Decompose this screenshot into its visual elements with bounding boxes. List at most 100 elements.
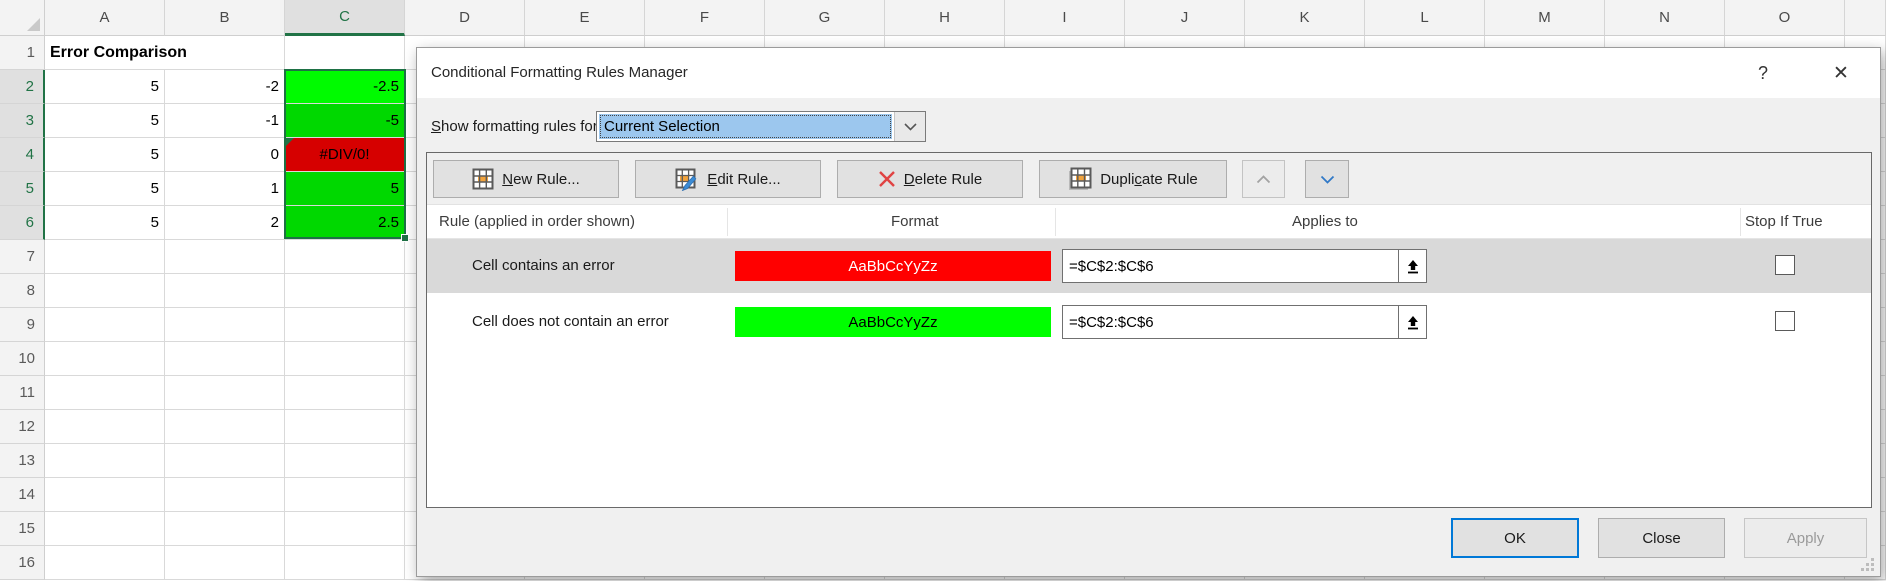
move-rule-down-button[interactable] <box>1305 160 1349 198</box>
cell-C9[interactable] <box>285 308 405 342</box>
cell-A11[interactable] <box>45 376 165 410</box>
collapse-dialog-icon[interactable] <box>1398 306 1426 338</box>
row-header-13[interactable]: 13 <box>0 444 45 478</box>
apply-button[interactable]: Apply <box>1744 518 1867 558</box>
applies-to-input[interactable] <box>1063 250 1398 282</box>
cell-C11[interactable] <box>285 376 405 410</box>
cell-B5[interactable]: 1 <box>165 172 285 206</box>
row-header-4[interactable]: 4 <box>0 138 45 172</box>
cell-A4[interactable]: 5 <box>45 138 165 172</box>
collapse-dialog-icon[interactable] <box>1398 250 1426 282</box>
column-header-L[interactable]: L <box>1365 0 1485 36</box>
stop-if-true-checkbox[interactable] <box>1775 311 1795 331</box>
help-button[interactable]: ? <box>1747 58 1779 88</box>
row-header-15[interactable]: 15 <box>0 512 45 546</box>
cell-B2[interactable]: -2 <box>165 70 285 104</box>
column-header-E[interactable]: E <box>525 0 645 36</box>
cell-A12[interactable] <box>45 410 165 444</box>
cell-C7[interactable] <box>285 240 405 274</box>
row-header-6[interactable]: 6 <box>0 206 45 240</box>
column-header-C[interactable]: C <box>285 0 405 36</box>
cell-A6[interactable]: 5 <box>45 206 165 240</box>
row-header-3[interactable]: 3 <box>0 104 45 138</box>
cell-C6[interactable]: 2.5 <box>285 206 405 240</box>
move-rule-up-button[interactable] <box>1242 160 1285 198</box>
cell-A1[interactable]: Error Comparison <box>45 36 165 70</box>
row-header-9[interactable]: 9 <box>0 308 45 342</box>
cell-C12[interactable] <box>285 410 405 444</box>
cell-A14[interactable] <box>45 478 165 512</box>
row-header-10[interactable]: 10 <box>0 342 45 376</box>
cell-A9[interactable] <box>45 308 165 342</box>
column-header-I[interactable]: I <box>1005 0 1125 36</box>
cell-C15[interactable] <box>285 512 405 546</box>
cell-C10[interactable] <box>285 342 405 376</box>
column-header-J[interactable]: J <box>1125 0 1245 36</box>
resize-grip[interactable] <box>1859 556 1874 571</box>
cell-B6[interactable]: 2 <box>165 206 285 240</box>
column-header-K[interactable]: K <box>1245 0 1365 36</box>
cell-B8[interactable] <box>165 274 285 308</box>
cell-C14[interactable] <box>285 478 405 512</box>
cell-B9[interactable] <box>165 308 285 342</box>
delete-rule-button[interactable]: Delete Rule <box>837 160 1023 198</box>
cell-A7[interactable] <box>45 240 165 274</box>
cell-C2[interactable]: -2.5 <box>285 70 405 104</box>
row-header-8[interactable]: 8 <box>0 274 45 308</box>
cell-C13[interactable] <box>285 444 405 478</box>
row-header-5[interactable]: 5 <box>0 172 45 206</box>
rule-row-cell-contains-error[interactable]: Cell contains an error AaBbCcYyZz <box>427 239 1871 293</box>
row-header-16[interactable]: 16 <box>0 546 45 580</box>
column-header-A[interactable]: A <box>45 0 165 36</box>
cell-B12[interactable] <box>165 410 285 444</box>
column-header-H[interactable]: H <box>885 0 1005 36</box>
cell-C8[interactable] <box>285 274 405 308</box>
cell-C3[interactable]: -5 <box>285 104 405 138</box>
select-all-corner[interactable] <box>0 0 45 36</box>
rule-row-cell-not-contains-error[interactable]: Cell does not contain an error AaBbCcYyZ… <box>427 295 1871 349</box>
column-header-D[interactable]: D <box>405 0 525 36</box>
cell-B4[interactable]: 0 <box>165 138 285 172</box>
cell-A13[interactable] <box>45 444 165 478</box>
row-header-7[interactable]: 7 <box>0 240 45 274</box>
row-header-11[interactable]: 11 <box>0 376 45 410</box>
dialog-titlebar[interactable]: Conditional Formatting Rules Manager ? ✕ <box>417 48 1880 98</box>
row-header-14[interactable]: 14 <box>0 478 45 512</box>
edit-rule-button[interactable]: Edit Rule... <box>635 160 821 198</box>
cell-B15[interactable] <box>165 512 285 546</box>
row-header-2[interactable]: 2 <box>0 70 45 104</box>
column-header-G[interactable]: G <box>765 0 885 36</box>
cell-A8[interactable] <box>45 274 165 308</box>
new-rule-button[interactable]: New Rule... <box>433 160 619 198</box>
stop-if-true-checkbox[interactable] <box>1775 255 1795 275</box>
duplicate-rule-button[interactable]: Duplicate Rule <box>1039 160 1227 198</box>
close-icon[interactable]: ✕ <box>1825 58 1857 88</box>
cell-C16[interactable] <box>285 546 405 580</box>
cell-C1[interactable] <box>285 36 405 70</box>
cell-B10[interactable] <box>165 342 285 376</box>
close-button[interactable]: Close <box>1598 518 1725 558</box>
column-header-F[interactable]: F <box>645 0 765 36</box>
cell-A3[interactable]: 5 <box>45 104 165 138</box>
chevron-down-icon[interactable] <box>894 112 925 141</box>
column-header-B[interactable]: B <box>165 0 285 36</box>
cell-B16[interactable] <box>165 546 285 580</box>
cell-B7[interactable] <box>165 240 285 274</box>
cell-C4[interactable]: #DIV/0! <box>285 138 405 172</box>
cell-A2[interactable]: 5 <box>45 70 165 104</box>
cell-A5[interactable]: 5 <box>45 172 165 206</box>
row-header-12[interactable]: 12 <box>0 410 45 444</box>
applies-to-input[interactable] <box>1063 306 1398 338</box>
cell-A16[interactable] <box>45 546 165 580</box>
cell-A15[interactable] <box>45 512 165 546</box>
row-header-1[interactable]: 1 <box>0 36 45 70</box>
ok-button[interactable]: OK <box>1451 518 1579 558</box>
cell-A10[interactable] <box>45 342 165 376</box>
cell-C5[interactable]: 5 <box>285 172 405 206</box>
column-header-O[interactable]: O <box>1725 0 1845 36</box>
cell-B14[interactable] <box>165 478 285 512</box>
column-header-N[interactable]: N <box>1605 0 1725 36</box>
cell-B13[interactable] <box>165 444 285 478</box>
cell-B11[interactable] <box>165 376 285 410</box>
column-header-M[interactable]: M <box>1485 0 1605 36</box>
